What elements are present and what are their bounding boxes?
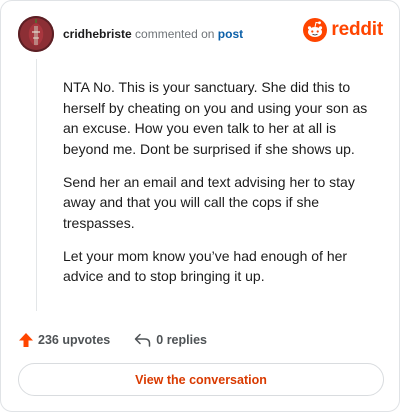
username-link[interactable]: cridhebriste [63,27,132,41]
reddit-snoo-icon [303,18,328,42]
comment-paragraph: Let your mom know you’ve had enough of h… [63,247,348,285]
comment-actions: 236 upvotes 0 replies [18,332,207,348]
reddit-wordmark: reddit [331,19,383,40]
avatar-image [18,16,54,52]
upvotes-count: 236 upvotes [38,333,111,347]
view-conversation-button[interactable]: View the conversation [18,363,384,396]
reply-arrow-icon [135,333,151,347]
post-link[interactable]: post [218,27,243,41]
upvote-arrow-icon [19,333,33,347]
comment-body: NTA No. This is your sanctuary. She did … [63,77,383,299]
comment-paragraph: Send her an email and text advising her … [63,173,355,231]
comment-card: cridhebriste commented on post reddit NT… [0,0,400,412]
upvote-button[interactable]: 236 upvotes [18,332,110,348]
comment-paragraph: NTA No. This is your sanctuary. She did … [63,79,368,157]
avatar[interactable] [18,16,54,52]
thread-line [36,59,37,311]
reddit-logo[interactable]: reddit [303,18,383,42]
commented-on-text: commented on [135,27,215,41]
comment-header: cridhebriste commented on post [63,27,243,41]
replies-count: 0 replies [156,333,207,347]
replies-button[interactable]: 0 replies [134,333,207,347]
